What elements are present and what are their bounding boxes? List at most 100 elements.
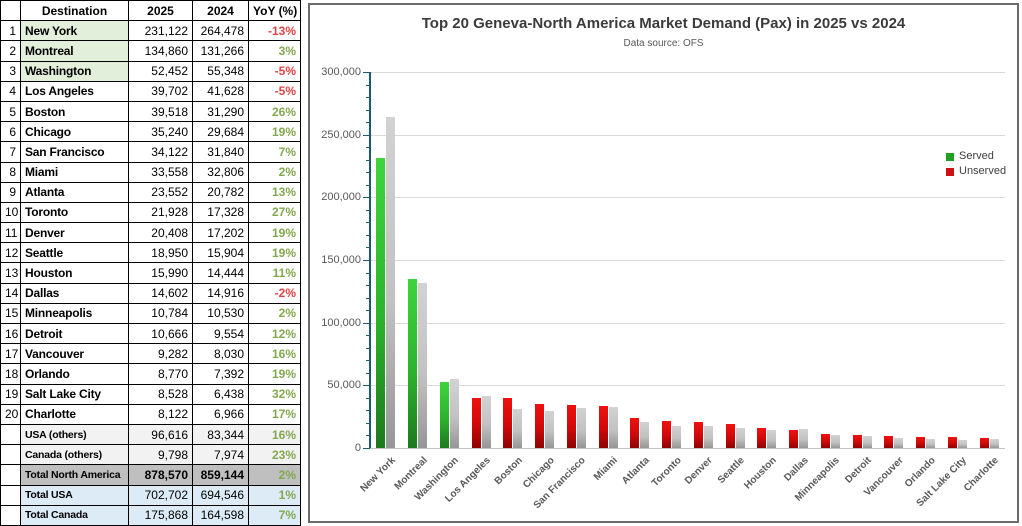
cell-rank[interactable]: 13 [0,262,21,284]
cell-2024[interactable]: 131,266 [192,40,249,62]
cell-2025[interactable]: 175,868 [128,504,193,526]
cell-2024[interactable]: 20,782 [192,181,249,203]
cell-summary-label[interactable]: USA (others) [20,423,129,446]
cell-2024[interactable]: 41,628 [192,80,249,102]
cell-yoy[interactable]: 13% [248,181,301,203]
cell-summary-label[interactable]: Total USA [20,484,129,506]
cell-destination[interactable]: Montreal [20,40,129,62]
cell-2024[interactable]: 7,974 [192,444,249,466]
cell-yoy[interactable]: 3% [248,40,301,62]
cell-yoy[interactable]: 16% [248,423,301,446]
cell-destination[interactable]: San Francisco [20,141,129,163]
cell-rank[interactable]: 15 [0,302,21,325]
cell-2024[interactable]: 32,806 [192,161,249,183]
cell-yoy[interactable]: 2% [248,302,301,325]
cell-rank[interactable]: 10 [0,201,21,224]
cell-2025[interactable]: 134,860 [128,40,193,62]
cell-2025[interactable]: 9,798 [128,444,193,466]
cell-2024[interactable]: 9,554 [192,322,249,345]
cell-rank[interactable]: 5 [0,100,21,123]
cell-destination[interactable]: Detroit [20,322,129,345]
cell-destination[interactable]: Orlando [20,363,129,385]
cell-destination[interactable]: Toronto [20,201,129,224]
header-2024[interactable]: 2024 [192,0,249,22]
cell-2025[interactable]: 39,702 [128,80,193,102]
cell-yoy[interactable]: 1% [248,484,301,506]
cell-yoy[interactable]: 7% [248,504,301,526]
cell-rank[interactable]: 6 [0,121,21,143]
cell-rank[interactable]: 3 [0,60,21,82]
cell-2025[interactable]: 39,518 [128,100,193,123]
cell-rank[interactable]: 4 [0,80,21,102]
cell-yoy[interactable]: 32% [248,383,301,405]
cell-rank[interactable]: 19 [0,383,21,405]
cell-2025[interactable]: 33,558 [128,161,193,183]
cell-yoy[interactable]: 2% [248,161,301,183]
cell-2025[interactable]: 10,784 [128,302,193,325]
cell-2024[interactable]: 31,290 [192,100,249,123]
cell-destination[interactable]: Atlanta [20,181,129,203]
cell-2025[interactable]: 8,770 [128,363,193,385]
cell-2024[interactable]: 8,030 [192,343,249,365]
cell-destination[interactable]: Miami [20,161,129,183]
cell-yoy[interactable]: 23% [248,444,301,466]
cell-2025[interactable]: 34,122 [128,141,193,163]
cell-destination[interactable]: Dallas [20,282,129,304]
cell-2025[interactable]: 702,702 [128,484,193,506]
cell-destination[interactable]: Denver [20,222,129,244]
cell-yoy[interactable]: 2% [248,464,301,486]
cell-2024[interactable]: 83,344 [192,423,249,446]
cell-destination[interactable]: Vancouver [20,343,129,365]
cell-2025[interactable]: 878,570 [128,464,193,486]
cell-rank[interactable]: 18 [0,363,21,385]
cell-2024[interactable]: 6,966 [192,403,249,425]
cell-rank[interactable]: 7 [0,141,21,163]
cell-yoy[interactable]: 11% [248,262,301,284]
cell-2025[interactable]: 23,552 [128,181,193,203]
cell-rank[interactable]: 14 [0,282,21,304]
cell-yoy[interactable]: 16% [248,343,301,365]
cell-2025[interactable]: 10,666 [128,322,193,345]
cell-2025[interactable]: 18,950 [128,242,193,264]
cell-yoy[interactable]: 19% [248,363,301,385]
cell-2024[interactable]: 17,328 [192,201,249,224]
cell-rank[interactable]: 17 [0,343,21,365]
cell-2024[interactable]: 859,144 [192,464,249,486]
cell-destination[interactable]: Los Angeles [20,80,129,102]
cell-yoy[interactable]: 19% [248,222,301,244]
cell-2025[interactable]: 21,928 [128,201,193,224]
cell-2024[interactable]: 7,392 [192,363,249,385]
cell-rank[interactable]: 11 [0,222,21,244]
cell-destination[interactable]: Houston [20,262,129,284]
cell-2024[interactable]: 6,438 [192,383,249,405]
cell-2024[interactable]: 55,348 [192,60,249,82]
cell-2025[interactable]: 35,240 [128,121,193,143]
cell-destination[interactable]: Salt Lake City [20,383,129,405]
cell-yoy[interactable]: 26% [248,100,301,123]
cell-yoy[interactable]: 17% [248,403,301,425]
cell-2024[interactable]: 14,916 [192,282,249,304]
header-yoy[interactable]: YoY (%) [248,0,301,22]
cell-2024[interactable]: 14,444 [192,262,249,284]
cell-rank[interactable]: 16 [0,322,21,345]
cell-2025[interactable]: 8,528 [128,383,193,405]
cell-rank[interactable]: 2 [0,40,21,62]
cell-destination[interactable]: Charlotte [20,403,129,425]
cell-destination[interactable]: Chicago [20,121,129,143]
cell-2025[interactable]: 231,122 [128,20,193,42]
cell-rank[interactable]: 8 [0,161,21,183]
cell-2024[interactable]: 694,546 [192,484,249,506]
cell-2025[interactable]: 20,408 [128,222,193,244]
cell-2024[interactable]: 29,684 [192,121,249,143]
cell-destination[interactable]: Washington [20,60,129,82]
cell-summary-label[interactable]: Total Canada [20,504,129,526]
cell-yoy[interactable]: -2% [248,282,301,304]
cell-destination[interactable]: Boston [20,100,129,123]
cell-yoy[interactable]: 27% [248,201,301,224]
cell-summary-label[interactable]: Total North America [20,464,129,486]
cell-summary-label[interactable]: Canada (others) [20,444,129,466]
cell-yoy[interactable]: 19% [248,242,301,264]
cell-2024[interactable]: 264,478 [192,20,249,42]
cell-yoy[interactable]: -5% [248,60,301,82]
cell-2025[interactable]: 8,122 [128,403,193,425]
